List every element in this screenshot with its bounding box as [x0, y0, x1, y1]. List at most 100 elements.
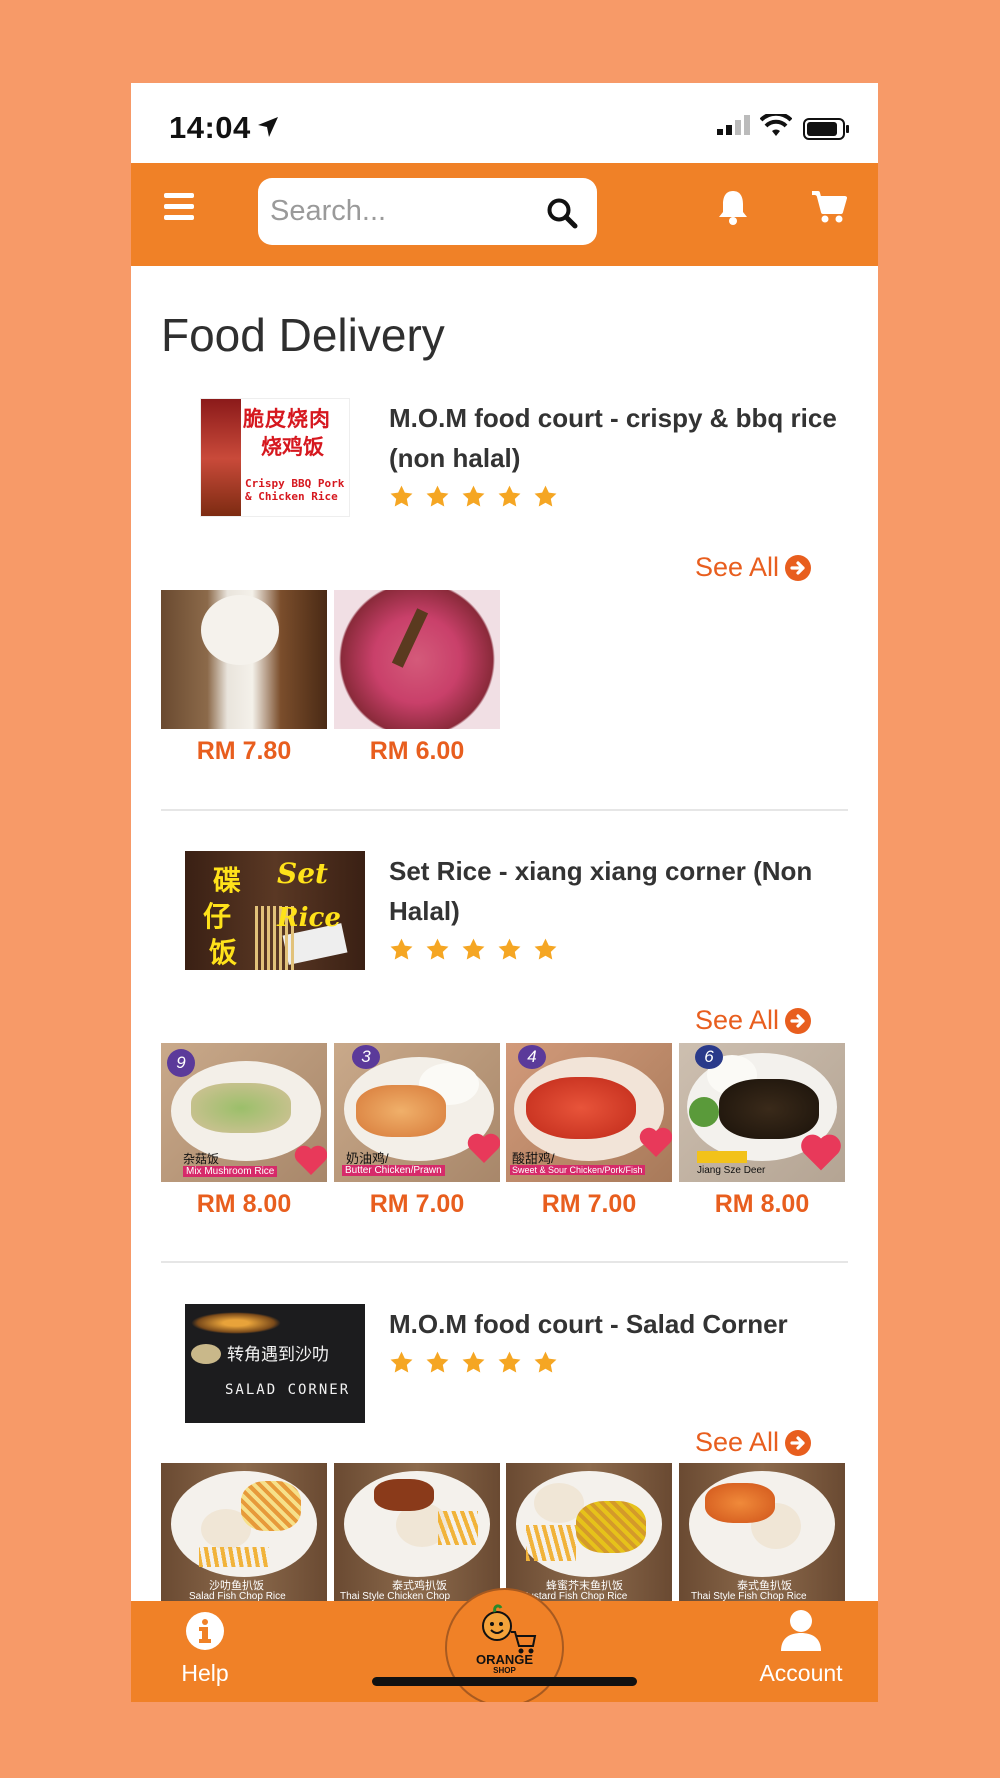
star-icon	[426, 938, 449, 960]
menu-item[interactable]: RM 7.80	[161, 590, 327, 766]
star-icon	[534, 1351, 557, 1373]
menu-item-photo[interactable]: 沙叻鱼扒饭 Salad Fish Chop Rice	[161, 1463, 327, 1602]
menu-item-price: RM 7.00	[541, 1190, 637, 1218]
menu-item[interactable]: RM 6.00	[334, 590, 500, 766]
star-icon	[498, 1351, 521, 1373]
star-icon	[462, 938, 485, 960]
logo-text: 烧鸡饭	[261, 436, 324, 459]
menu-icon[interactable]	[164, 193, 194, 221]
see-all-label: See All	[695, 1005, 780, 1035]
logo-text: 碟	[213, 865, 242, 896]
menu-item[interactable]: 泰式鱼扒饭 Thai Style Fish Chop Rice	[679, 1463, 845, 1602]
logo-text: 转角遇到沙叻	[227, 1345, 329, 1364]
see-all-link[interactable]: See All	[695, 1427, 812, 1458]
shop-rating	[389, 937, 558, 962]
shop-name[interactable]: M.O.M food court - Salad Corner	[389, 1304, 859, 1344]
menu-item-caption: 杂菇饭	[183, 1152, 220, 1166]
arrow-circle-right-icon	[785, 554, 812, 581]
star-icon	[390, 1351, 413, 1373]
menu-item[interactable]: 3 奶油鸡/ Butter Chicken/Prawn RM 7.00	[334, 1043, 500, 1219]
logo-text: 饭	[209, 937, 238, 968]
nav-account-label: Account	[759, 1660, 843, 1686]
star-icon	[390, 485, 413, 507]
menu-item-photo[interactable]: 泰式鸡扒饭 Thai Style Chicken Chop	[334, 1463, 500, 1602]
logo-text: & Chicken Rice	[245, 490, 338, 503]
menu-item[interactable]: 9 杂菇饭 Mix Mushroom Rice RM 8.00	[161, 1043, 327, 1219]
arrow-circle-right-icon	[785, 1007, 812, 1034]
divider	[161, 1261, 848, 1263]
menu-item-number: 9	[167, 1049, 195, 1077]
menu-item-caption: Butter Chicken/Prawn	[342, 1165, 445, 1176]
bell-icon[interactable]	[716, 188, 750, 226]
menu-item-photo[interactable]: 泰式鱼扒饭 Thai Style Fish Chop Rice	[679, 1463, 845, 1602]
heart-icon[interactable]	[293, 1143, 327, 1177]
home-indicator[interactable]	[372, 1677, 637, 1686]
shop-rating	[389, 1350, 558, 1375]
see-all-link[interactable]: See All	[695, 1005, 812, 1036]
menu-item-photo[interactable]: 6 Jiang Sze Deer	[679, 1043, 845, 1182]
info-icon	[186, 1612, 224, 1650]
menu-item-photo[interactable]: 4 酸甜鸡/ Sweet & Sour Chicken/Pork/Fish	[506, 1043, 672, 1182]
logo-text: SALAD CORNER	[225, 1382, 351, 1398]
status-time: 14:04	[169, 110, 251, 145]
search-icon[interactable]	[546, 197, 578, 229]
nav-help[interactable]: Help	[179, 1611, 231, 1687]
bottom-nav: Help ORANGE SHOP Account	[131, 1588, 878, 1702]
divider	[161, 809, 848, 811]
menu-item-caption: Jiang Sze Deer	[697, 1165, 766, 1176]
location-arrow-icon	[258, 117, 278, 137]
menu-item-photo[interactable]	[334, 590, 500, 729]
brand-name: ORANGE	[475, 1652, 534, 1667]
arrow-circle-right-icon	[785, 1429, 812, 1456]
star-icon	[426, 1351, 449, 1373]
shop-name[interactable]: Set Rice - xiang xiang corner (Non Halal…	[389, 851, 859, 931]
star-icon	[498, 485, 521, 507]
phone-screen: 14:04 Food Delivery 脆皮烧肉 烧鸡饭 Crispy BBQ …	[131, 83, 878, 1702]
star-icon	[498, 938, 521, 960]
user-icon	[781, 1610, 821, 1651]
signal-icon	[717, 115, 750, 135]
see-all-link[interactable]: See All	[695, 552, 812, 583]
heart-icon[interactable]	[638, 1125, 672, 1159]
star-icon	[390, 938, 413, 960]
nav-account[interactable]: Account	[755, 1609, 847, 1687]
menu-item-price: RM 8.00	[714, 1190, 810, 1218]
cart-icon[interactable]	[811, 190, 847, 224]
page-title: Food Delivery	[161, 309, 445, 361]
menu-item[interactable]: 6 Jiang Sze Deer RM 8.00	[679, 1043, 845, 1219]
search-box	[258, 178, 597, 245]
shop-rating	[389, 484, 558, 509]
menu-item-caption: Mix Mushroom Rice	[183, 1166, 278, 1177]
battery-icon	[803, 118, 849, 140]
menu-item-photo[interactable]: 蜂蜜芥末鱼扒饭 Mustard Fish Chop Rice	[506, 1463, 672, 1602]
menu-item[interactable]: 4 酸甜鸡/ Sweet & Sour Chicken/Pork/Fish RM…	[506, 1043, 672, 1219]
menu-item-photo[interactable]: 3 奶油鸡/ Butter Chicken/Prawn	[334, 1043, 500, 1182]
logo-text: Crispy BBQ Pork	[245, 477, 345, 490]
shop-logo[interactable]: 脆皮烧肉 烧鸡饭 Crispy BBQ Pork & Chicken Rice	[200, 398, 350, 517]
menu-item[interactable]: 沙叻鱼扒饭 Salad Fish Chop Rice	[161, 1463, 327, 1602]
logo-text: 脆皮烧肉	[243, 408, 331, 431]
wifi-icon	[760, 114, 792, 136]
menu-item-price: RM 7.00	[369, 1190, 465, 1218]
orange-mascot-icon	[482, 1604, 537, 1654]
menu-item-photo[interactable]: 9 杂菇饭 Mix Mushroom Rice	[161, 1043, 327, 1182]
menu-item-number: 4	[518, 1045, 546, 1069]
brand-logo-text: ORANGE SHOP	[447, 1652, 562, 1676]
status-bar: 14:04	[131, 83, 878, 163]
heart-icon[interactable]	[466, 1131, 500, 1165]
menu-item-photo[interactable]	[161, 590, 327, 729]
menu-item[interactable]: 蜂蜜芥末鱼扒饭 Mustard Fish Chop Rice	[506, 1463, 672, 1602]
star-icon	[426, 485, 449, 507]
search-input[interactable]	[270, 190, 530, 232]
shop-logo[interactable]: 碟 仔 饭 Set Rice	[185, 851, 365, 970]
see-all-label: See All	[695, 552, 780, 582]
logo-text: Set	[277, 857, 328, 890]
heart-icon[interactable]	[799, 1131, 843, 1173]
top-bar	[131, 163, 878, 266]
logo-text: 仔	[203, 901, 232, 932]
brand-subname: SHOP	[493, 1666, 516, 1675]
shop-logo[interactable]: 转角遇到沙叻 SALAD CORNER	[185, 1304, 365, 1423]
menu-item[interactable]: 泰式鸡扒饭 Thai Style Chicken Chop	[334, 1463, 500, 1602]
star-icon	[534, 485, 557, 507]
shop-name[interactable]: M.O.M food court - crispy & bbq rice (no…	[389, 398, 859, 478]
